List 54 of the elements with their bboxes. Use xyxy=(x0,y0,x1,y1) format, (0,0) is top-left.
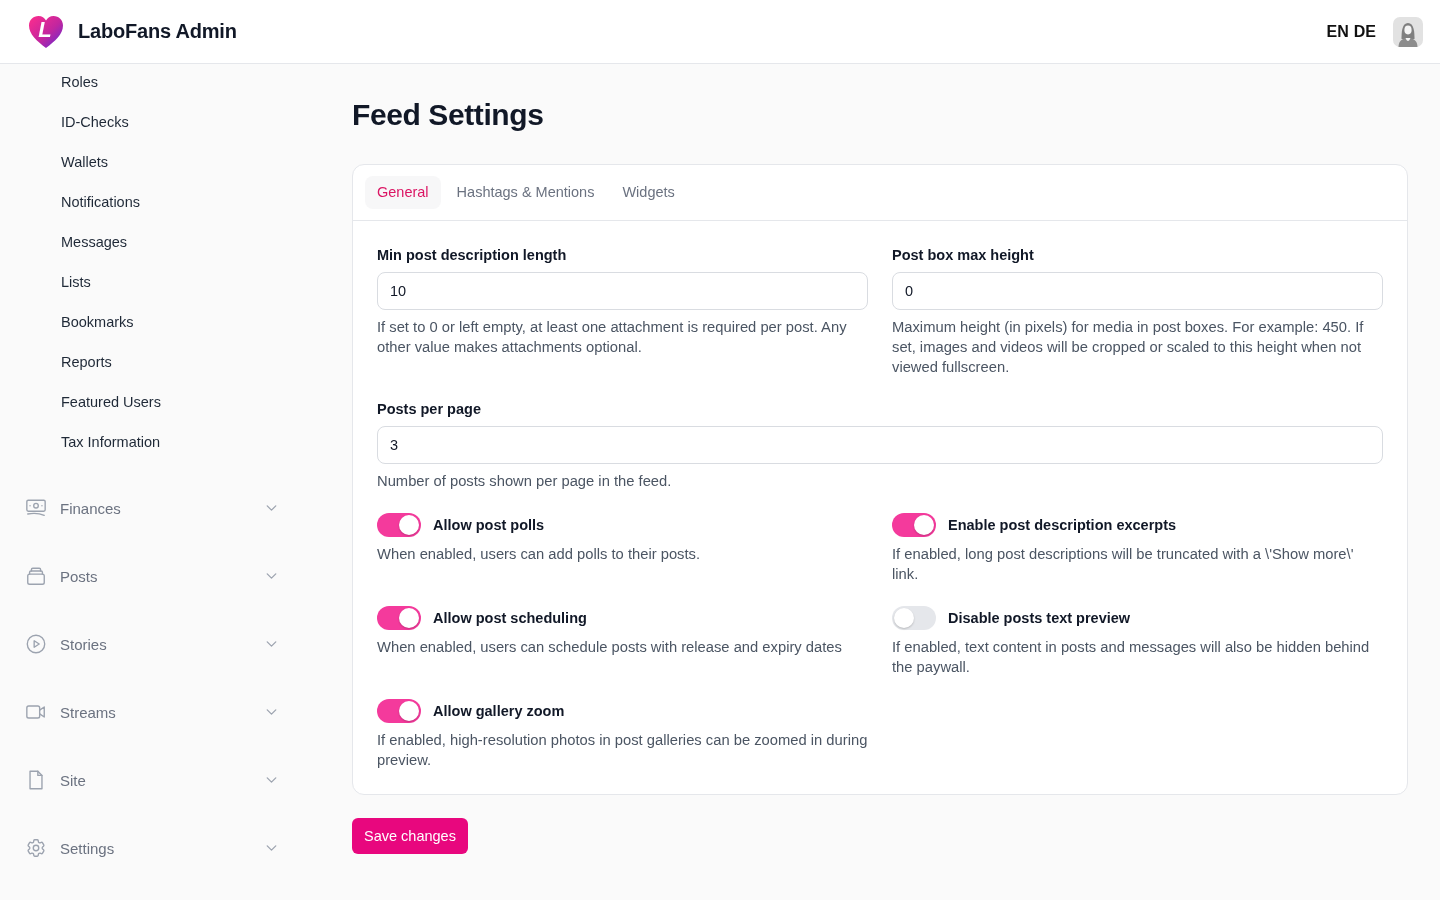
sidebar-item[interactable]: Bookmarks xyxy=(61,312,134,332)
field-label: Min post description length xyxy=(377,246,568,265)
sidebar-item[interactable]: Messages xyxy=(61,232,128,252)
input-field[interactable]: 10 xyxy=(377,272,868,310)
sidebar-item[interactable]: Roles xyxy=(61,72,99,92)
toggle-label: Allow post polls xyxy=(433,516,545,535)
input-field[interactable]: 3 xyxy=(377,426,1383,464)
settings-icon xyxy=(25,837,47,859)
sidebar-menu-item[interactable]: Settings xyxy=(25,837,277,859)
sidebar-menu-item[interactable]: Streams xyxy=(25,701,277,723)
sidebar-menu-item[interactable]: Posts xyxy=(25,565,277,587)
sidebar-menu-item[interactable]: Stories xyxy=(25,633,277,655)
sidebar-menu-item[interactable]: Site xyxy=(25,769,277,791)
sidebar-item[interactable]: Wallets xyxy=(61,152,108,172)
sidebar-item[interactable]: Reports xyxy=(61,352,112,372)
heart-logo: L xyxy=(28,14,64,49)
tab[interactable]: Widgets xyxy=(610,176,687,209)
sidebar-item[interactable]: ID-Checks xyxy=(61,112,129,132)
toggle-label: Enable post description excerpts xyxy=(948,516,1177,535)
toggle-label: Disable posts text preview xyxy=(948,609,1131,628)
sidebar-item[interactable]: Featured Users xyxy=(61,392,161,412)
tab[interactable]: Hashtags & Mentions xyxy=(444,176,607,209)
save-button[interactable]: Save changes xyxy=(352,818,468,854)
banknote-icon xyxy=(25,497,47,519)
help-text: If enabled, high-resolution photos in post galleries can be zoomed in during preview. xyxy=(377,731,868,770)
field-label: Posts per page xyxy=(377,400,482,419)
help-text: If enabled, text content in posts and messages will also be hidden behind the paywall. xyxy=(892,638,1371,677)
help-text: When enabled, users can add polls to their posts. xyxy=(377,545,702,564)
toggle-label: Allow post scheduling xyxy=(433,609,587,628)
sidebar-item[interactable]: Lists xyxy=(61,272,91,292)
toggle-switch[interactable] xyxy=(892,606,936,630)
help-text: Number of posts shown per page in the feed. xyxy=(377,472,673,491)
help-text: If set to 0 or left empty, at least one attachment is required per post. Any other value makes attachments optional. xyxy=(377,318,848,357)
field-label: Post box max height xyxy=(892,246,1035,265)
avatar-icon[interactable] xyxy=(1393,16,1423,47)
tab[interactable]: General xyxy=(365,176,441,209)
toggle-switch[interactable] xyxy=(377,699,421,723)
toggle-switch[interactable] xyxy=(377,606,421,630)
sidebar-item[interactable]: Tax Information xyxy=(61,432,161,452)
toggle-label: Allow gallery zoom xyxy=(433,702,565,721)
stacked-boxes-icon xyxy=(25,565,47,587)
language-link[interactable]: DE xyxy=(1353,22,1376,41)
help-text: If enabled, long post descriptions will be truncated with a \'Show more\' link. xyxy=(892,545,1355,584)
toggle-switch[interactable] xyxy=(377,513,421,537)
toggle-switch[interactable] xyxy=(892,513,936,537)
sidebar-item[interactable]: Notifications xyxy=(61,192,140,212)
sidebar-menu-item[interactable]: Finances xyxy=(25,497,277,519)
play-circle-icon xyxy=(25,633,47,655)
language-link[interactable]: EN xyxy=(1326,22,1349,41)
help-text: Maximum height (in pixels) for media in post boxes. For example: 450. If set, images and videos will be cropped or scaled to this height when not viewed fullscreen. xyxy=(892,318,1365,377)
app-title: LaboFans Admin xyxy=(78,20,237,43)
help-text: When enabled, users can schedule posts with release and expiry dates xyxy=(377,638,843,657)
input-field[interactable]: 0 xyxy=(892,272,1383,310)
page-title: Feed Settings xyxy=(352,97,545,133)
